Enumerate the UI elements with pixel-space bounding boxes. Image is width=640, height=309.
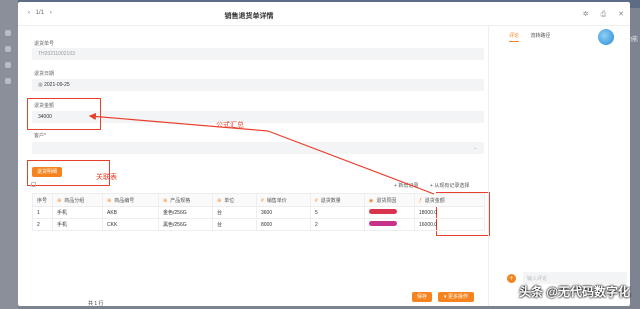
cell-index: 2 bbox=[32, 218, 53, 231]
column-header-label: 单位 bbox=[224, 197, 235, 204]
save-button[interactable]: 保存 bbox=[412, 292, 432, 302]
add-record-label: 新增记录 bbox=[398, 183, 419, 189]
order-no-field[interactable]: TH20211002103 bbox=[32, 48, 484, 60]
sidebar-icon bbox=[5, 30, 11, 36]
print-icon[interactable]: ⎙ bbox=[601, 11, 607, 18]
add-record-button[interactable]: + 新增记录 bbox=[394, 182, 418, 189]
sidebar-icon bbox=[5, 46, 11, 52]
number-field-icon: # bbox=[261, 197, 264, 204]
cell-reason[interactable] bbox=[364, 206, 415, 219]
app-sidebar-background bbox=[0, 0, 18, 309]
cell-reason[interactable] bbox=[364, 218, 415, 231]
number-field-icon: # bbox=[315, 197, 318, 204]
select-existing-button[interactable]: + 从现有记录选择 bbox=[430, 182, 469, 189]
column-header-label: 商品编号 bbox=[114, 197, 135, 204]
settings-icon[interactable]: ✲ bbox=[583, 11, 589, 18]
customer-field[interactable] bbox=[32, 142, 484, 154]
text-field-icon: ⊕ bbox=[107, 197, 112, 204]
column-header-label: 退货金额 bbox=[424, 197, 445, 204]
more-actions-button[interactable]: ▾ 更多操作 bbox=[438, 292, 474, 302]
reason-tag bbox=[369, 221, 397, 226]
customer-label: 客户* bbox=[34, 133, 46, 139]
column-header[interactable]: # 退货数量 bbox=[310, 193, 365, 207]
top-actions: ✲ ⎙ ✕ bbox=[573, 10, 624, 19]
date-field[interactable]: ▦ 2021-09-25 bbox=[32, 79, 484, 91]
column-header[interactable]: ⊕ 商品分组 bbox=[52, 193, 103, 207]
column-header[interactable]: ⊕ 产品规格 bbox=[158, 193, 213, 207]
watermark: 头条 @无代码数字化 bbox=[518, 285, 630, 299]
column-header-label: 产品规格 bbox=[170, 197, 191, 204]
date-value: 2021-09-25 bbox=[44, 82, 70, 88]
column-header[interactable]: ◉ 退货原因 bbox=[364, 193, 415, 207]
order-no-label: 退货单号 bbox=[34, 41, 55, 47]
text-field-icon: ⊕ bbox=[57, 197, 62, 204]
globe-icon[interactable] bbox=[598, 29, 614, 45]
column-header-label: 退货数量 bbox=[320, 197, 341, 204]
cell-qty[interactable]: 2 bbox=[310, 218, 365, 231]
side-tabs: 评论 流转路径 bbox=[509, 32, 560, 42]
select-all-checkbox[interactable] bbox=[31, 182, 36, 187]
select-existing-label: 从现有记录选择 bbox=[434, 183, 470, 189]
cell-index: 1 bbox=[32, 206, 53, 219]
sidebar-icon bbox=[5, 78, 11, 84]
detail-table: 序号 ⊕ 商品分组 ⊕ 商品编号 ⊕ 产品规格 ⊕ 单位 # 销售单价 # 退货数量 ◉ 退货… bbox=[32, 193, 485, 231]
add-comment-button[interactable]: + bbox=[507, 274, 516, 283]
side-panel: 评论 流转路径 + 输入评论 bbox=[488, 26, 630, 306]
column-header: 序号 bbox=[32, 193, 53, 207]
cell-amount: 18000.0 bbox=[414, 206, 485, 219]
column-header-label: 商品分组 bbox=[64, 197, 85, 204]
highlight-box-amount bbox=[27, 98, 101, 130]
modal-topbar: ‹ 1/1 › 销售退货单详情 ✲ ⎙ ✕ bbox=[18, 2, 630, 26]
column-header[interactable]: ƒ 退货金额 bbox=[414, 193, 485, 207]
cell-price[interactable]: 8000 bbox=[256, 218, 311, 231]
cell-code[interactable]: AKB bbox=[102, 206, 159, 219]
cell-qty[interactable]: 5 bbox=[310, 206, 365, 219]
formula-annotation: 公式汇总 bbox=[216, 122, 244, 129]
reason-tag bbox=[369, 209, 397, 214]
main-form: 退货单号 TH20211002103 退货日期 ▦ 2021-09-25 退货金… bbox=[18, 26, 490, 306]
table-header-row: 序号 ⊕ 商品分组 ⊕ 商品编号 ⊕ 产品规格 ⊕ 单位 # 销售单价 # 退货数量 ◉ 退货… bbox=[32, 193, 485, 207]
sidebar-icon bbox=[5, 62, 11, 68]
cell-group[interactable]: 手机 bbox=[52, 218, 103, 231]
date-label: 退货日期 bbox=[34, 71, 55, 77]
column-header[interactable]: ⊕ 商品编号 bbox=[102, 193, 159, 207]
close-icon[interactable]: ✕ bbox=[618, 11, 624, 18]
column-header[interactable]: # 销售单价 bbox=[256, 193, 311, 207]
select-field-icon: ◉ bbox=[369, 197, 374, 204]
related-table-annotation: 关联表 bbox=[96, 174, 117, 181]
cell-spec[interactable]: 金色/256G bbox=[158, 206, 213, 219]
column-header-label: 销售单价 bbox=[266, 197, 287, 204]
formula-field-icon: ƒ bbox=[419, 197, 422, 204]
table-row[interactable]: 2 手机 CKK 黑色/256G 台 8000 2 16000.0 bbox=[32, 218, 485, 231]
more-actions-label: 更多操作 bbox=[447, 294, 468, 300]
tab-comments[interactable]: 评论 bbox=[509, 32, 520, 42]
chevron-down-icon[interactable]: ⌄ bbox=[473, 145, 477, 151]
record-detail-modal: ‹ 1/1 › 销售退货单详情 ✲ ⎙ ✕ 退货单号 TH20211002103… bbox=[18, 2, 630, 306]
column-header-label: 退货原因 bbox=[376, 197, 397, 204]
text-field-icon: ⊕ bbox=[163, 197, 168, 204]
cell-unit[interactable]: 台 bbox=[212, 218, 257, 231]
cell-amount: 16000.0 bbox=[414, 218, 485, 231]
column-header[interactable]: ⊕ 单位 bbox=[212, 193, 257, 207]
cell-group[interactable]: 手机 bbox=[52, 206, 103, 219]
table-row[interactable]: 1 手机 AKB 金色/256G 台 3600 5 18000.0 bbox=[32, 206, 485, 219]
cell-unit[interactable]: 台 bbox=[212, 206, 257, 219]
page-title: 销售退货单详情 bbox=[224, 13, 274, 20]
page-info: 共 1 行 bbox=[88, 301, 104, 307]
cell-spec[interactable]: 黑色/256G bbox=[158, 218, 213, 231]
detail-section-button[interactable]: 退货明细 bbox=[32, 167, 62, 177]
tab-workflow[interactable]: 流转路径 bbox=[530, 32, 550, 41]
cell-price[interactable]: 3600 bbox=[256, 206, 311, 219]
cell-code[interactable]: CKK bbox=[102, 218, 159, 231]
text-field-icon: ⊕ bbox=[217, 197, 222, 204]
